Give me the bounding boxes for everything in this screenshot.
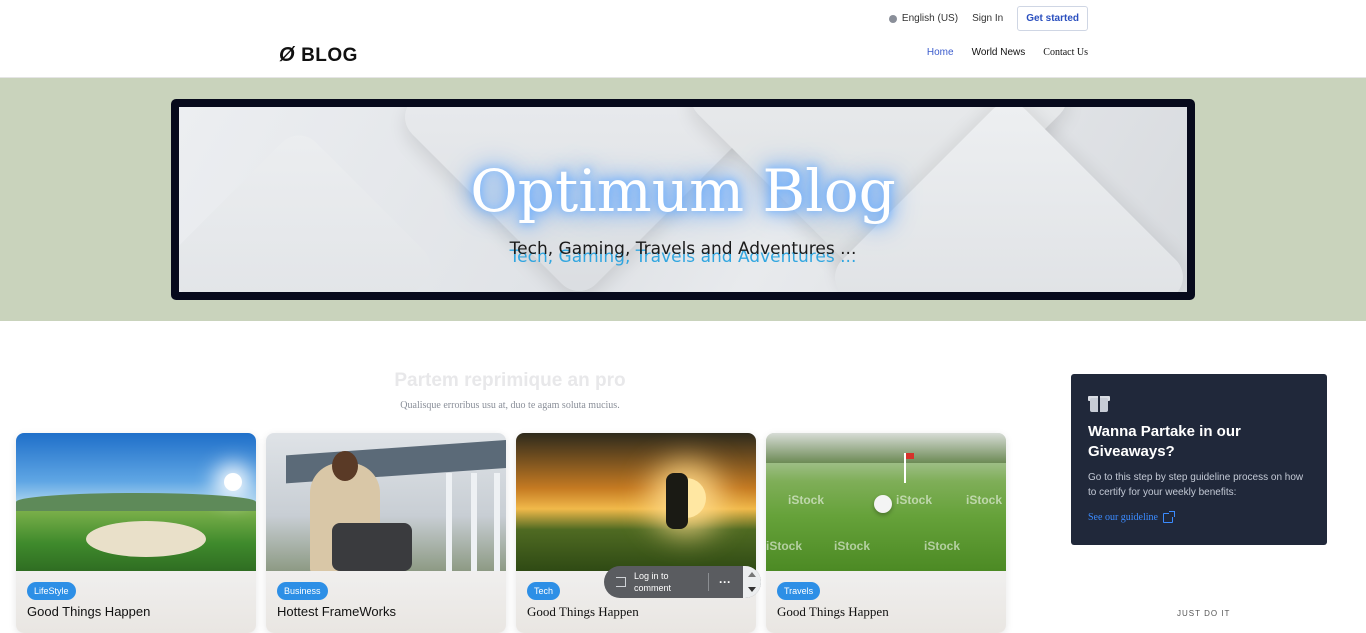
category-badge[interactable]: Business [277,582,328,600]
section-title: Partem reprimique an pro [394,370,626,391]
login-icon [616,577,626,587]
scroll-down-icon[interactable] [748,587,756,592]
guideline-link[interactable]: See our guideline [1088,510,1310,523]
pillar-shape [494,473,500,571]
golf-ball-icon [874,495,892,513]
comment-pill[interactable]: Log in to comment ··· [604,566,761,598]
watermark: iStock [924,539,961,553]
post-image[interactable] [516,433,756,571]
post-image[interactable] [266,433,506,571]
login-to-comment-button[interactable]: Log in to comment [634,570,700,594]
post-image[interactable] [16,433,256,571]
guideline-label: See our guideline [1088,512,1158,523]
post-card[interactable]: Business Hottest FrameWorks [266,433,506,633]
pillar-shape [471,473,477,571]
hero-banner-image: Optimum Blog Tech, Gaming, Travels and A… [179,107,1187,292]
hero-title: Optimum Blog [470,157,896,225]
scroll-control[interactable] [743,566,761,598]
external-link-icon [1162,510,1175,523]
person-head [332,451,358,481]
hills-shape [16,493,256,511]
giveaway-card: Wanna Partake in our Giveaways? Go to th… [1071,374,1327,545]
watermark: iStock [896,493,933,507]
sun-icon [224,473,242,491]
sign-in-link[interactable]: Sign In [972,13,1003,24]
post-body: Business Hottest FrameWorks [266,571,506,633]
giveaway-text: Go to this step by step guideline proces… [1088,472,1304,498]
watermark: iStock [966,493,1003,507]
post-card[interactable]: iStock iStock iStock iStock iStock iStoc… [766,433,1006,633]
post-title[interactable]: Good Things Happen [527,604,745,620]
globe-icon [888,14,897,23]
hero-section: Optimum Blog Tech, Gaming, Travels and A… [0,78,1366,321]
logo-icon: Ø [279,44,296,66]
post-title[interactable]: Good Things Happen [27,604,245,619]
section-subtitle: Qualisque erroribus usu at, duo te agam … [400,400,620,411]
hero-banner: Optimum Blog Tech, Gaming, Travels and A… [171,99,1195,300]
site-header: English (US) Sign In Get started Ø BLOG … [0,0,1366,78]
language-label: English (US) [901,13,959,24]
hero-subtitle: Tech, Gaming, Travels and Adventures ... [509,239,857,259]
sand-bunker-shape [86,521,206,557]
scroll-up-icon[interactable] [748,572,756,577]
main-nav: Home World News Contact Us [927,47,1088,58]
nav-contact-us[interactable]: Contact Us [1043,47,1088,58]
nav-world-news[interactable]: World News [972,47,1026,58]
category-badge[interactable]: LifeStyle [27,582,76,600]
get-started-button[interactable]: Get started [1017,6,1088,31]
watermark: iStock [766,539,803,553]
post-image[interactable]: iStock iStock iStock iStock iStock iStoc… [766,433,1006,571]
site-logo[interactable]: Ø BLOG [279,44,358,67]
watermark: iStock [834,539,871,553]
category-badge[interactable]: Tech [527,582,561,600]
golf-bag-shape [332,523,412,571]
post-title[interactable]: Hottest FrameWorks [277,604,495,619]
post-body: Travels Good Things Happen [766,571,1006,633]
post-title[interactable]: Good Things Happen [777,604,995,620]
golfer-silhouette [666,473,688,529]
flag-icon [904,453,914,483]
divider [708,573,709,591]
post-body: LifeStyle Good Things Happen [16,571,256,633]
giveaway-title: Wanna Partake in our Giveaways? [1088,423,1241,460]
tree-line [766,433,1006,463]
post-card[interactable]: LifeStyle Good Things Happen [16,433,256,633]
watermark: iStock [788,493,825,507]
more-options-icon[interactable]: ··· [719,575,731,589]
utility-bar: English (US) Sign In Get started [888,6,1088,31]
pillar-shape [446,473,452,571]
nav-home[interactable]: Home [927,47,954,58]
sidebar-label: JUST DO IT [1177,609,1231,618]
gift-icon [1088,392,1110,412]
brand-name: BLOG [301,44,358,66]
post-card[interactable]: Tech Good Things Happen [516,433,756,633]
category-badge[interactable]: Travels [777,582,821,600]
section-heading: Partem reprimique an pro Qualisque error… [260,370,760,411]
language-selector[interactable]: English (US) [888,13,959,24]
